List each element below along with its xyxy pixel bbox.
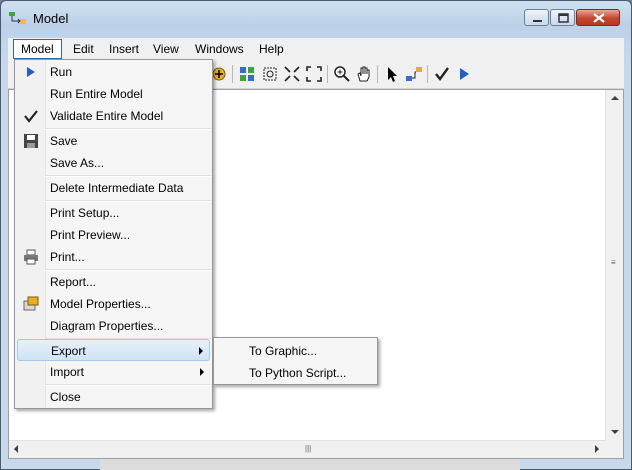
menu-item-validate-entire-model[interactable]: Validate Entire Model bbox=[17, 105, 210, 127]
menu-insert[interactable]: Insert bbox=[102, 39, 146, 59]
menu-label-run: Run bbox=[50, 65, 73, 79]
scroll-corner bbox=[606, 441, 623, 458]
menu-label-model-properties: Model Properties... bbox=[50, 297, 151, 311]
checkmark-icon bbox=[23, 108, 39, 124]
model-properties-icon bbox=[23, 296, 39, 312]
validate-icon[interactable] bbox=[433, 65, 451, 83]
menu-label-diagram-properties: Diagram Properties... bbox=[50, 319, 164, 333]
menu-item-print-preview[interactable]: Print Preview... bbox=[17, 224, 210, 246]
menu-model[interactable]: Model bbox=[13, 39, 62, 59]
menu-help[interactable]: Help bbox=[252, 39, 291, 59]
menu-label-print-preview: Print Preview... bbox=[50, 228, 131, 242]
pan-icon[interactable] bbox=[355, 65, 373, 83]
vertical-scrollbar[interactable]: ≡ bbox=[605, 90, 623, 441]
menu-label-validate: Validate Entire Model bbox=[50, 109, 164, 123]
title-bar[interactable]: Model bbox=[1, 1, 631, 35]
scroll-up-icon[interactable] bbox=[611, 96, 619, 100]
scroll-grip-icon[interactable]: ≡ bbox=[611, 258, 616, 267]
scroll-down-icon[interactable] bbox=[611, 430, 619, 434]
menu-item-run[interactable]: Run bbox=[17, 61, 210, 83]
menu-item-model-properties[interactable]: Model Properties... bbox=[17, 293, 210, 315]
run-arrow-icon bbox=[23, 64, 39, 80]
zoom-in-icon[interactable] bbox=[333, 65, 351, 83]
scroll-left-icon[interactable] bbox=[14, 445, 18, 453]
menu-label-print: Print... bbox=[50, 250, 85, 264]
menu-item-to-python-script[interactable]: To Python Script... bbox=[216, 362, 375, 384]
menu-item-diagram-properties[interactable]: Diagram Properties... bbox=[17, 315, 210, 337]
model-app-icon bbox=[9, 11, 27, 25]
menu-item-close[interactable]: Close bbox=[17, 386, 210, 408]
menu-item-export[interactable]: Export bbox=[17, 339, 210, 361]
menu-label-close: Close bbox=[50, 390, 81, 404]
minimize-button[interactable] bbox=[524, 9, 549, 26]
menu-item-run-entire-model[interactable]: Run Entire Model bbox=[17, 83, 210, 105]
scroll-right-icon[interactable] bbox=[595, 445, 599, 453]
menu-label-run-entire-model: Run Entire Model bbox=[50, 87, 143, 101]
menu-view[interactable]: View bbox=[146, 39, 186, 59]
menu-windows[interactable]: Windows bbox=[188, 39, 251, 59]
menu-label-save-as: Save As... bbox=[50, 156, 105, 170]
submenu-arrow-icon bbox=[199, 347, 203, 355]
menu-item-import[interactable]: Import bbox=[17, 361, 210, 383]
menu-label-export: Export bbox=[51, 344, 86, 358]
full-extent-icon[interactable] bbox=[283, 65, 301, 83]
hscroll-grip-icon[interactable]: ||| bbox=[305, 444, 311, 453]
maximize-button[interactable] bbox=[550, 9, 575, 26]
connect-icon[interactable] bbox=[405, 65, 423, 83]
menu-label-save: Save bbox=[50, 134, 78, 148]
menu-item-delete-intermediate-data[interactable]: Delete Intermediate Data bbox=[17, 177, 210, 199]
submenu-arrow-icon bbox=[200, 368, 204, 376]
horizontal-scrollbar[interactable]: ||| bbox=[9, 440, 606, 458]
menu-label-report: Report... bbox=[50, 275, 97, 289]
menu-item-save[interactable]: Save bbox=[17, 130, 210, 152]
fit-selection-icon[interactable] bbox=[261, 65, 279, 83]
background-window-strip bbox=[100, 459, 520, 470]
export-submenu: To Graphic... To Python Script... bbox=[213, 337, 378, 385]
window-title: Model bbox=[33, 11, 69, 26]
select-icon[interactable] bbox=[383, 65, 401, 83]
auto-layout-icon[interactable] bbox=[238, 65, 256, 83]
menu-label-delete-intermediate: Delete Intermediate Data bbox=[50, 181, 184, 195]
printer-icon bbox=[23, 249, 39, 265]
menu-label-print-setup: Print Setup... bbox=[50, 206, 120, 220]
close-window-button[interactable] bbox=[576, 9, 620, 26]
model-menu-dropdown: Run Run Entire Model Validate Entire Mod… bbox=[14, 59, 213, 409]
save-disk-icon bbox=[23, 133, 39, 149]
menu-label-import: Import bbox=[50, 365, 85, 379]
run-icon[interactable] bbox=[455, 65, 473, 83]
menu-bar: Model Edit Insert View Windows Help bbox=[8, 38, 624, 60]
menu-label-to-python-script: To Python Script... bbox=[249, 366, 347, 380]
menu-item-print[interactable]: Print... bbox=[17, 246, 210, 268]
menu-item-save-as[interactable]: Save As... bbox=[17, 152, 210, 174]
menu-item-to-graphic[interactable]: To Graphic... bbox=[216, 340, 375, 362]
menu-item-report[interactable]: Report... bbox=[17, 271, 210, 293]
menu-label-to-graphic: To Graphic... bbox=[249, 344, 318, 358]
zoom-extent-icon[interactable] bbox=[305, 65, 323, 83]
menu-item-print-setup[interactable]: Print Setup... bbox=[17, 202, 210, 224]
menu-edit[interactable]: Edit bbox=[66, 39, 101, 59]
